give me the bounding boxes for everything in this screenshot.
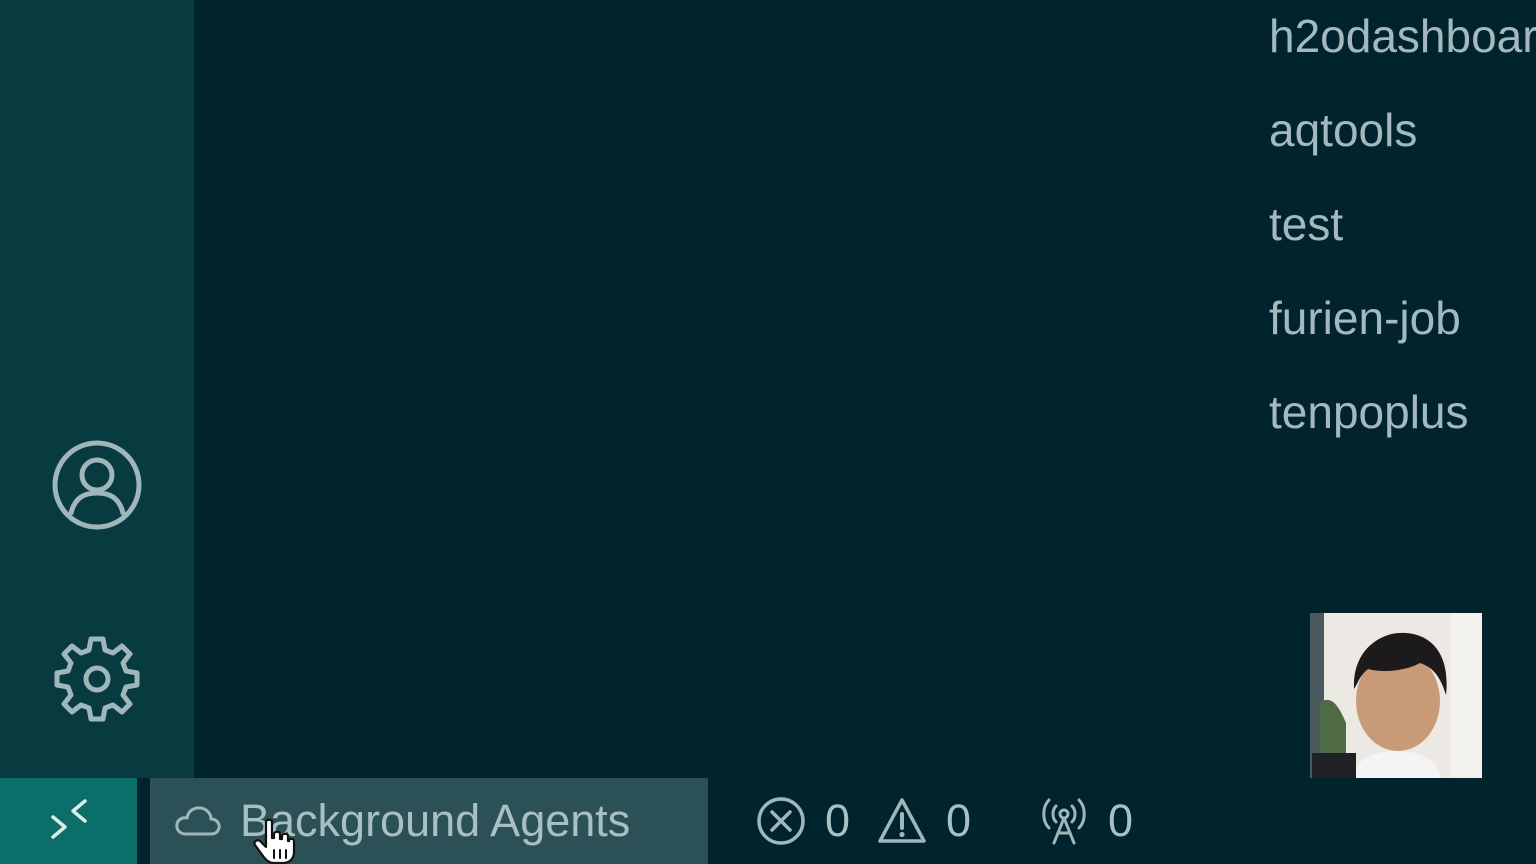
manage-button[interactable] <box>50 632 144 726</box>
recent-item-h2odashboard[interactable]: h2odashboard <box>1269 8 1536 102</box>
cloud-icon <box>174 804 222 838</box>
remote-indicator-button[interactable] <box>0 778 137 864</box>
accounts-button[interactable] <box>50 438 144 532</box>
webcam-person-image <box>1310 613 1482 781</box>
account-icon <box>52 440 142 530</box>
recent-item-tenpoplus[interactable]: tenpoplus <box>1269 384 1536 478</box>
gear-icon <box>54 636 140 722</box>
ports-count: 0 <box>1108 795 1134 846</box>
webcam-overlay <box>1310 613 1482 781</box>
vscode-window: h2odashboard aqtools test furien-job ten… <box>0 0 1536 864</box>
errors-count: 0 <box>825 795 851 846</box>
recent-item-aqtools[interactable]: aqtools <box>1269 102 1536 196</box>
warnings-count: 0 <box>946 795 972 846</box>
mouse-pointer-hand-icon <box>253 818 296 864</box>
broadcast-icon <box>1042 798 1086 845</box>
background-agents-label: Background Agents <box>240 795 631 846</box>
recent-projects-list: h2odashboard aqtools test furien-job ten… <box>1269 8 1536 478</box>
recent-item-test[interactable]: test <box>1269 196 1536 290</box>
status-bar: Background Agents 0 0 0 <box>0 778 1536 864</box>
problems-indicator[interactable]: 0 0 <box>755 778 997 864</box>
activity-bar <box>0 0 194 778</box>
error-icon <box>757 797 805 845</box>
recent-item-furien-job[interactable]: furien-job <box>1269 290 1536 384</box>
ports-indicator[interactable]: 0 <box>1038 778 1159 864</box>
remote-indicator-icon <box>50 799 87 839</box>
warning-icon <box>878 798 926 843</box>
background-agents-button[interactable]: Background Agents <box>150 778 708 864</box>
